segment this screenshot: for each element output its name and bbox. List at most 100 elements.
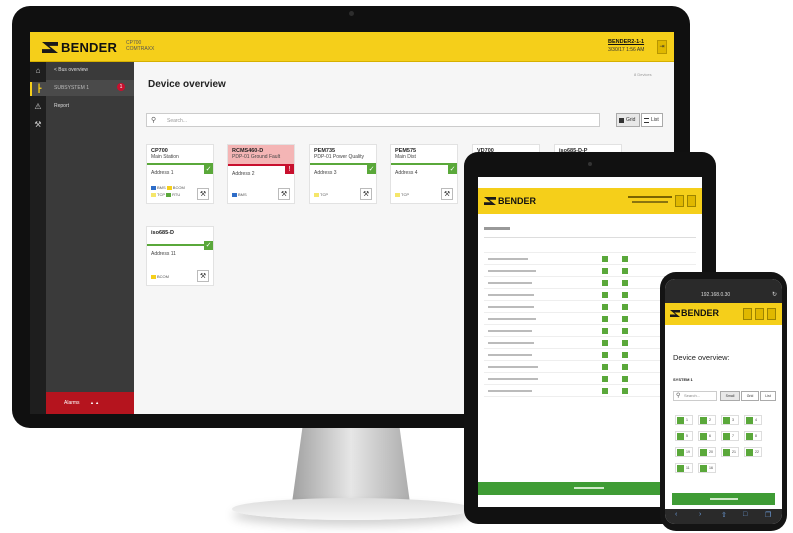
card-title: PEM735 <box>314 148 336 154</box>
device-count: 8 Devices <box>634 72 652 77</box>
card-title: CP700 <box>151 148 168 154</box>
configure-tool-button[interactable]: ⚒ <box>197 188 209 200</box>
phone-browser-toolbar: ‹ › ⇧ □ ❐ <box>665 509 782 524</box>
product-subname: COMTRAXX <box>126 46 155 52</box>
monitor-stand-neck <box>292 428 410 502</box>
device-card-alarm[interactable]: RCMS460-D PDP-01 Ground Fault ! Address … <box>227 144 295 204</box>
phone-screen: 192.168.0.30 ↻ BENDER Device overview: S… <box>665 279 782 524</box>
phone-alarms-bar[interactable] <box>672 493 775 505</box>
grid-view-button[interactable]: Grid <box>616 113 640 127</box>
alarm-exclamation-icon: ! <box>285 165 294 174</box>
grid-view-button[interactable]: Grid <box>741 391 759 401</box>
card-title: PEM575 <box>395 148 417 154</box>
list-item[interactable] <box>484 253 696 265</box>
forward-icon[interactable]: › <box>699 511 701 518</box>
card-subtitle: Main Station <box>151 154 179 160</box>
alarm-warning-icon[interactable]: ⚠ <box>30 100 46 114</box>
configure-tool-button[interactable]: ⚒ <box>441 188 453 200</box>
card-subtitle: PDP-01 Power Quality <box>314 154 365 160</box>
phone-system-label: SYSTEM 1 <box>673 377 693 382</box>
tabs-icon[interactable]: ❐ <box>765 511 771 519</box>
bender-logo-icon <box>484 197 496 205</box>
search-icon: ⚲ <box>151 117 157 124</box>
alarm-triangle-icon: ▲ ▲ <box>90 400 100 405</box>
alarms-button[interactable]: Alarms ▲ ▲ <box>46 392 134 414</box>
phone-brand: BENDER <box>681 308 720 318</box>
datetime: 3/30/17 1:56 AM <box>608 47 645 53</box>
device-tile[interactable]: 16 <box>698 463 716 473</box>
list-icon <box>644 118 649 123</box>
device-tile[interactable]: 22 <box>744 447 762 457</box>
share-icon[interactable]: ⇧ <box>721 511 727 519</box>
device-tile[interactable]: 2 <box>698 415 716 425</box>
list-view-button[interactable]: List <box>641 113 663 127</box>
topology-icon[interactable]: ┣ <box>30 82 46 96</box>
bus-overview-link[interactable]: < Bus overview <box>54 67 88 73</box>
tablet-header: BENDER <box>478 188 702 214</box>
device-tile[interactable]: 5 <box>675 431 693 441</box>
device-card[interactable]: PEM735 PDP-01 Power Quality ✓ Address 3 … <box>309 144 377 204</box>
bookmarks-icon[interactable]: □ <box>743 511 747 518</box>
phone-browser-bar: 192.168.0.30 ↻ <box>665 279 782 303</box>
configure-tool-button[interactable]: ⚒ <box>360 188 372 200</box>
device-tile[interactable]: 7 <box>721 431 739 441</box>
device-tile[interactable]: 6 <box>698 431 716 441</box>
tablet-datetime <box>632 201 668 203</box>
device-tile[interactable]: 8 <box>744 431 762 441</box>
tag-row: TCP <box>314 192 328 197</box>
monitor-stand-base <box>232 498 472 520</box>
tools-icon[interactable]: ⚒ <box>30 118 46 132</box>
device-tile[interactable]: 11 <box>675 463 693 473</box>
alarms-label: Alarms <box>64 400 80 406</box>
logout-button[interactable]: ⇥ <box>657 40 667 54</box>
tablet-logout-button[interactable] <box>687 195 696 207</box>
phone-device: 192.168.0.30 ↻ BENDER Device overview: S… <box>660 272 787 531</box>
device-card[interactable]: PEM575 Main Dist ✓ Address 4 TCP ⚒ <box>390 144 458 204</box>
webcam <box>349 11 354 16</box>
brand-name: BENDER <box>61 40 118 55</box>
tablet-menu-button[interactable] <box>675 195 684 207</box>
device-name[interactable]: BENDER2-1-1 <box>608 39 644 45</box>
top-header: BENDER CP700 COMTRAXX BENDER2-1-1 3/30/1… <box>30 32 674 62</box>
tablet-device-name <box>628 196 672 198</box>
device-tile[interactable]: 4 <box>744 415 762 425</box>
grid-icon <box>619 118 624 123</box>
card-subtitle: PDP-01 Ground Fault <box>232 154 281 160</box>
page-title: Device overview <box>148 79 226 90</box>
device-card[interactable]: iso685-D ✓ Address 11 BCOM ⚒ <box>146 226 214 286</box>
list-item[interactable] <box>484 265 696 277</box>
tag-row: BMS <box>232 192 247 197</box>
lock-button[interactable] <box>743 308 752 320</box>
subsystem-label: SUBSYSTEM 1 <box>54 85 90 91</box>
sidebar-item-report[interactable]: Report <box>54 103 69 109</box>
phone-search-input[interactable]: ⚲ Search... <box>673 391 717 401</box>
device-tile[interactable]: 20 <box>698 447 716 457</box>
device-tile[interactable]: 19 <box>675 447 693 457</box>
device-tile[interactable]: 3 <box>721 415 739 425</box>
tablet-camera <box>588 162 592 166</box>
device-card[interactable]: CP700 Main Station ✓ Address 1 BMS BCOM … <box>146 144 214 204</box>
back-icon[interactable]: ‹ <box>675 511 677 518</box>
home-icon[interactable]: ⌂ <box>30 64 46 78</box>
logout-button[interactable] <box>767 308 776 320</box>
search-input[interactable]: ⚲ Search... <box>146 113 600 127</box>
device-tile[interactable]: 1 <box>675 415 693 425</box>
card-title: RCMS460-D <box>232 148 264 154</box>
bender-logo-icon <box>670 310 680 317</box>
menu-button[interactable] <box>755 308 764 320</box>
device-tile[interactable]: 21 <box>721 447 739 457</box>
ok-check-icon: ✓ <box>367 165 376 174</box>
tag-row: TCP <box>395 192 409 197</box>
reload-icon[interactable]: ↻ <box>772 291 777 298</box>
search-icon: ⚲ <box>676 393 681 399</box>
subsystem-alarm-badge: 1 <box>117 83 125 91</box>
tag-row: BMS BCOM <box>151 185 185 190</box>
list-view-button[interactable]: List <box>760 391 776 401</box>
configure-tool-button[interactable]: ⚒ <box>278 188 290 200</box>
list-header <box>484 241 696 253</box>
configure-tool-button[interactable]: ⚒ <box>197 270 209 282</box>
small-view-button[interactable]: Small <box>720 391 740 401</box>
url-field[interactable]: 192.168.0.30 <box>701 292 730 298</box>
sidebar: < Bus overview SUBSYSTEM 1 1 Report Alar… <box>46 62 134 414</box>
sidebar-item-subsystem[interactable]: SUBSYSTEM 1 1 <box>46 80 134 96</box>
